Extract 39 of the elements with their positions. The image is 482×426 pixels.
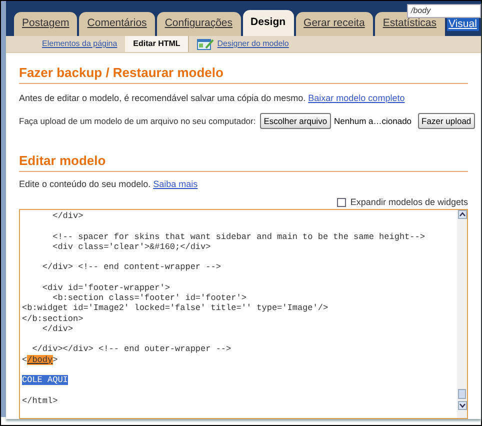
- scrollbar[interactable]: [457, 210, 467, 418]
- section-title: Editar modelo: [19, 153, 107, 169]
- subtab[interactable]: Editar HTML: [125, 36, 190, 52]
- code-line: </div></div> <!-- end outer-wrapper -->: [31, 344, 232, 354]
- checkbox-label: Expandir modelos de widgets: [350, 196, 468, 208]
- learn-more-link[interactable]: Saiba mais: [153, 179, 198, 189]
- upload-button[interactable]: Fazer upload: [418, 113, 476, 129]
- nav-tab[interactable]: Comentários: [79, 12, 155, 36]
- subtab[interactable]: Designer do modelo: [189, 36, 297, 52]
- upload-label: Faça upload de um modelo de um arquivo no seu computador:: [19, 114, 256, 128]
- code-line: </div>: [52, 211, 84, 222]
- download-link[interactable]: Baixar modelo completo: [308, 93, 405, 103]
- code-line: <div id='footer-wrapper'>: [41, 282, 171, 293]
- code-line: </html>: [22, 396, 59, 406]
- backup-text: Antes de editar o modelo, é recomendável salvar uma cópia do mesmo. Baixar modelo completo: [19, 92, 406, 104]
- scroll-down-icon[interactable]: [458, 401, 466, 410]
- code-line: <!-- spacer for skins that want sidebar and main to be the same height-->: [52, 232, 426, 242]
- code-line: </b:section>: [22, 314, 84, 324]
- nav-link[interactable]: Visual: [446, 18, 479, 31]
- nav-tab[interactable]: Design: [242, 10, 294, 36]
- edit-text: Edite o conteúdo do seu modelo. Saiba mais: [19, 178, 199, 190]
- scroll-up-icon[interactable]: [458, 210, 466, 219]
- choose-file-button[interactable]: Escolher arquivo: [260, 113, 332, 129]
- scroll-thumb[interactable]: [458, 389, 466, 399]
- section-title: Fazer backup / Restaurar modelo: [19, 65, 224, 81]
- nav-tab[interactable]: Postagem: [14, 12, 78, 36]
- subtab[interactable]: Elementos da página: [34, 36, 126, 52]
- code-line: </body>: [22, 354, 59, 365]
- find-field[interactable]: /body: [407, 4, 481, 18]
- file-name: Nenhum a…cionado: [334, 114, 412, 128]
- code-line: </div>: [41, 324, 74, 334]
- checkbox[interactable]: [337, 198, 346, 206]
- nav-tab[interactable]: Configurações: [156, 12, 241, 36]
- code-editor[interactable]: [19, 209, 468, 419]
- code-line: <b:section class='footer' id='footer'>: [52, 293, 248, 304]
- nav-tab[interactable]: Gerar receita: [296, 12, 373, 36]
- code-line: </div> <!-- end content-wrapper -->: [41, 262, 222, 272]
- code-line: <div class='clear'>&#160;</div>: [52, 242, 212, 252]
- code-line: <b:widget id='Image2' locked='false' title='' type='Image'/>: [22, 303, 330, 314]
